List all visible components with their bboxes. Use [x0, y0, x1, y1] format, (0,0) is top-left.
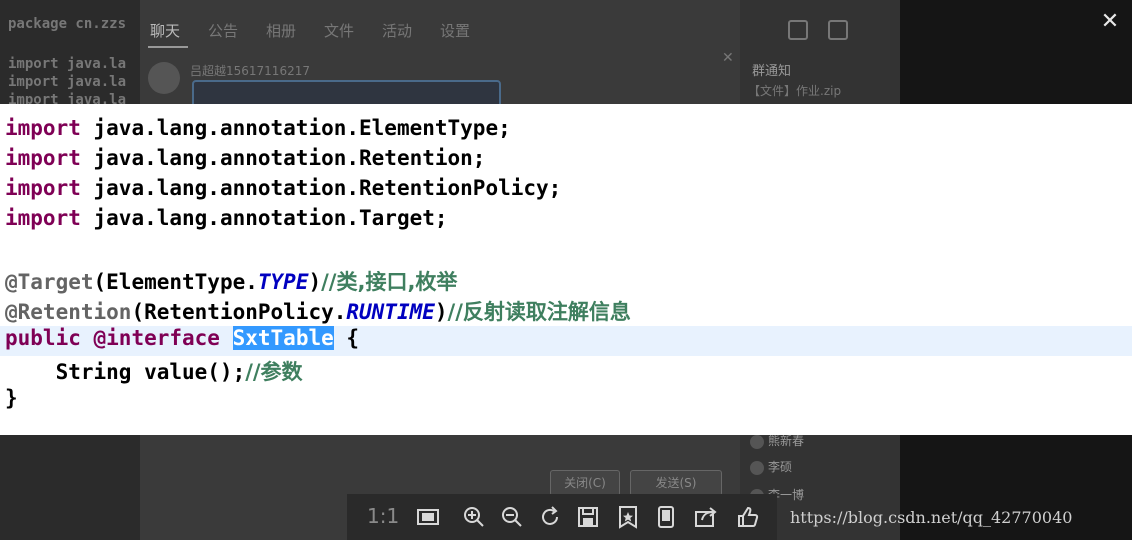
tab-files[interactable]: 文件: [324, 20, 354, 41]
watermark-url: https://blog.csdn.net/qq_42770040: [790, 508, 1073, 527]
actual-size-icon[interactable]: [415, 504, 441, 530]
code-line-import: import java.lang.annotation.RetentionPol…: [5, 176, 562, 200]
viewer-toolbar: 1:1: [347, 494, 777, 540]
message-sender: 吕超越15617116217: [190, 64, 310, 78]
open-in-window-icon[interactable]: [653, 504, 679, 530]
save-icon[interactable]: [575, 504, 601, 530]
avatar: [750, 460, 764, 475]
phone-icon[interactable]: [788, 20, 808, 40]
tab-album[interactable]: 相册: [266, 20, 296, 41]
tab-chat[interactable]: 聊天: [150, 20, 180, 41]
rotate-icon[interactable]: [537, 504, 563, 530]
close-chat-button[interactable]: 关闭(C): [550, 470, 620, 496]
tab-activity[interactable]: 活动: [382, 20, 412, 41]
active-tab-indicator: [148, 46, 188, 48]
zoom-out-icon[interactable]: [499, 504, 525, 530]
group-notice-title: 群通知: [752, 64, 792, 79]
editor-line: package cn.zzs: [8, 16, 127, 32]
code-line-import: import java.lang.annotation.Target;: [5, 206, 448, 230]
send-button[interactable]: 发送(S): [630, 470, 722, 496]
add-member-icon[interactable]: [828, 20, 848, 40]
selected-type-name: SxtTable: [232, 326, 334, 350]
code-line-import: import java.lang.annotation.Retention;: [5, 146, 486, 170]
close-viewer-button[interactable]: ✕: [1096, 8, 1124, 36]
tab-announcement[interactable]: 公告: [208, 20, 238, 41]
group-notice-message: 【文件】作业.zip: [748, 84, 842, 98]
avatar: [148, 62, 180, 94]
share-icon[interactable]: [693, 504, 719, 530]
code-line-method: String value();//参数: [5, 360, 303, 384]
zoom-in-icon[interactable]: [461, 504, 487, 530]
close-icon[interactable]: ✕: [722, 50, 734, 66]
actual-size-ratio[interactable]: 1:1: [367, 504, 399, 528]
editor-line: import java.la: [8, 74, 127, 90]
code-line-import: import java.lang.annotation.ElementType;: [5, 116, 511, 140]
avatar: [750, 434, 764, 449]
favorite-icon[interactable]: [615, 504, 641, 530]
code-line-close: }: [5, 386, 18, 410]
code-line-retention: @Retention(RetentionPolicy.RUNTIME)//反射读…: [5, 300, 631, 324]
code-line-interface: public @interface SxtTable {: [0, 326, 1132, 356]
editor-line: import java.la: [8, 56, 127, 72]
tab-settings[interactable]: 设置: [440, 20, 470, 41]
like-icon[interactable]: [735, 504, 761, 530]
code-line-target: @Target(ElementType.TYPE)//类,接口,枚举: [5, 270, 458, 294]
code-image: import java.lang.annotation.ElementType;…: [0, 104, 1132, 435]
member-item[interactable]: 李硕: [750, 458, 792, 475]
